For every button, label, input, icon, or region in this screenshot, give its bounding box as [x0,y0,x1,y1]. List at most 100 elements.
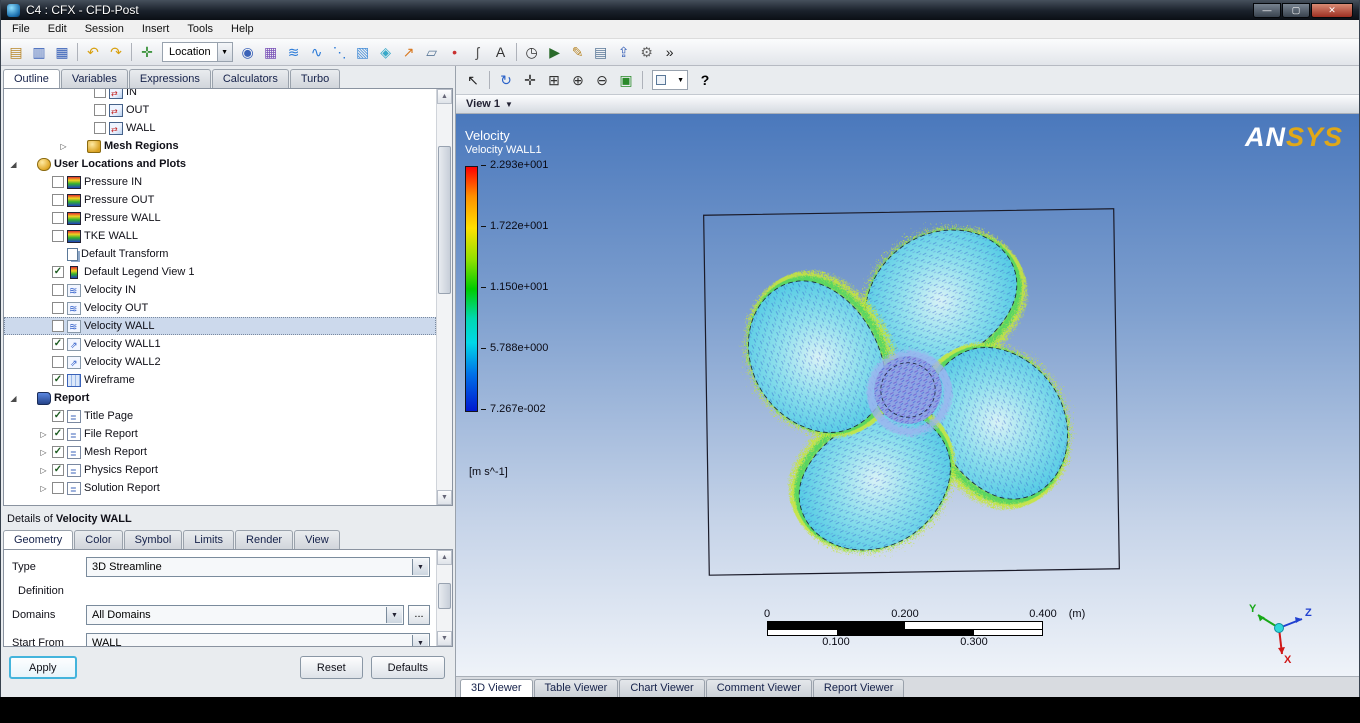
command-editor-icon[interactable]: » [659,41,681,63]
save-state-icon[interactable]: ▥ [28,41,50,63]
minimize-button[interactable]: — [1253,2,1281,18]
details-tab[interactable]: Limits [183,530,235,549]
tree-checkbox[interactable] [52,230,64,242]
workspace-tab[interactable]: Expressions [128,69,211,88]
tree-checkbox[interactable] [94,122,106,134]
zoom-out-tool-icon[interactable]: ⊖ [591,69,613,91]
type-select[interactable]: 3D Streamline ▼ [86,557,430,577]
report-template-icon[interactable]: ▤ [590,41,612,63]
menu-item[interactable]: File [3,21,39,37]
tree-item[interactable]: Velocity OUT [4,299,436,317]
tree-checkbox[interactable]: ✓ [52,428,64,440]
location-combo[interactable]: Location ▼ [162,42,233,62]
details-tab[interactable]: Color [74,530,123,549]
tree-checkbox[interactable]: ✓ [52,410,64,422]
tree-item[interactable]: OUT [4,101,436,119]
report-publish-icon[interactable]: ⇪ [613,41,635,63]
tree-expand-arrow[interactable]: ◢ [8,394,19,403]
scrollbar-thumb[interactable] [438,146,451,294]
tree-expand-arrow[interactable]: ▷ [58,142,69,151]
plane-icon[interactable]: ▱ [421,41,443,63]
tree-expand-arrow[interactable]: ◢ [8,160,19,169]
scroll-down-icon[interactable]: ▼ [437,490,452,505]
redo-icon[interactable]: ↷ [105,41,127,63]
tree-checkbox[interactable] [94,104,106,116]
scroll-up-icon[interactable]: ▲ [437,89,452,104]
tree-item[interactable]: ✓ Velocity WALL1 [4,335,436,353]
zoom-box-tool-icon[interactable]: ⊞ [543,69,565,91]
scrollbar-thumb[interactable] [438,583,451,609]
tree-checkbox[interactable] [52,302,64,314]
tree-item[interactable]: Pressure OUT [4,191,436,209]
details-tab[interactable]: Geometry [3,530,74,549]
menu-item[interactable]: Tools [178,21,222,37]
tree-checkbox[interactable]: ✓ [52,374,64,386]
reset-button[interactable]: Reset [299,656,363,679]
contour-icon[interactable]: ≋ [283,41,305,63]
scroll-down-icon[interactable]: ▼ [437,631,452,646]
details-tab[interactable]: Render [235,530,294,549]
maximize-button[interactable]: ▢ [1282,2,1310,18]
tree-item[interactable]: WALL [4,119,436,137]
tree-item[interactable]: Pressure IN [4,173,436,191]
scroll-up-icon[interactable]: ▲ [437,550,452,565]
tree-item[interactable]: ▷ ✓ Mesh Report [4,443,436,461]
domains-select[interactable]: All Domains ▼ [86,605,404,625]
viewer-tab[interactable]: 3D Viewer [460,679,533,697]
pan-tool-icon[interactable]: ✛ [519,69,541,91]
workspace-tab[interactable]: Outline [3,69,60,88]
tree-expand-arrow[interactable]: ▷ [38,448,49,457]
quick-editor-icon[interactable]: ✎ [567,41,589,63]
mesh-calculator-icon[interactable]: ▦ [260,41,282,63]
streamline-icon[interactable]: ∿ [306,41,328,63]
tree-item[interactable]: ◢ Report [4,389,436,407]
tree-item[interactable]: ✓ Default Legend View 1 [4,263,436,281]
tree-item[interactable]: ✓ Wireframe [4,371,436,389]
tree-item[interactable]: TKE WALL [4,227,436,245]
menu-item[interactable]: Help [222,21,263,37]
fit-view-icon[interactable]: ▣ [615,69,637,91]
tree-item[interactable]: IN [4,89,436,101]
timestep-selector-icon[interactable]: ◷ [521,41,543,63]
tree-item[interactable]: ▷ Mesh Regions [4,137,436,155]
tree-item[interactable]: Velocity WALL [4,317,436,335]
probe-icon[interactable]: ✛ [136,41,158,63]
view-selector[interactable]: View 1 [466,98,500,110]
details-tab[interactable]: Symbol [123,530,183,549]
chevron-down-icon[interactable]: ▼ [505,100,513,109]
tree-item[interactable]: ▷ ✓ Physics Report [4,461,436,479]
tree-checkbox[interactable] [52,284,64,296]
tree-item[interactable]: Velocity WALL2 [4,353,436,371]
vortex-region-icon[interactable]: ◉ [237,41,259,63]
save-project-icon[interactable]: ▦ [51,41,73,63]
volume-rendering-icon[interactable]: ▧ [352,41,374,63]
tree-checkbox[interactable]: ✓ [52,338,64,350]
details-scrollbar[interactable]: ▲ ▼ [436,550,452,646]
tree-item[interactable]: Velocity IN [4,281,436,299]
undo-icon[interactable]: ↶ [82,41,104,63]
viewer-tab[interactable]: Table Viewer [533,679,619,697]
vector-icon[interactable]: ↗ [398,41,420,63]
tree-checkbox[interactable] [52,482,64,494]
tree-item[interactable]: Pressure WALL [4,209,436,227]
animation-icon[interactable]: ▶ [544,41,566,63]
menu-item[interactable]: Session [76,21,133,37]
close-button[interactable]: ✕ [1311,2,1353,18]
tree-checkbox[interactable] [52,176,64,188]
tree-expand-arrow[interactable]: ▷ [38,484,49,493]
domains-more-button[interactable]: ... [408,605,430,625]
tree-item[interactable]: ▷ Solution Report [4,479,436,497]
start-from-select[interactable]: WALL ▼ [86,633,430,646]
tree-checkbox[interactable]: ✓ [52,446,64,458]
tree-checkbox[interactable] [52,320,64,332]
workspace-tab[interactable]: Turbo [289,69,341,88]
defaults-button[interactable]: Defaults [370,656,445,679]
tree-expand-arrow[interactable]: ▷ [38,466,49,475]
menu-item[interactable]: Insert [133,21,179,37]
apply-button[interactable]: Apply [9,656,77,679]
menu-item[interactable]: Edit [39,21,76,37]
tree-checkbox[interactable] [52,212,64,224]
tree-scrollbar[interactable]: ▲ ▼ [436,89,452,505]
particle-track-icon[interactable]: ⋱ [329,41,351,63]
tree-checkbox[interactable] [94,89,106,98]
